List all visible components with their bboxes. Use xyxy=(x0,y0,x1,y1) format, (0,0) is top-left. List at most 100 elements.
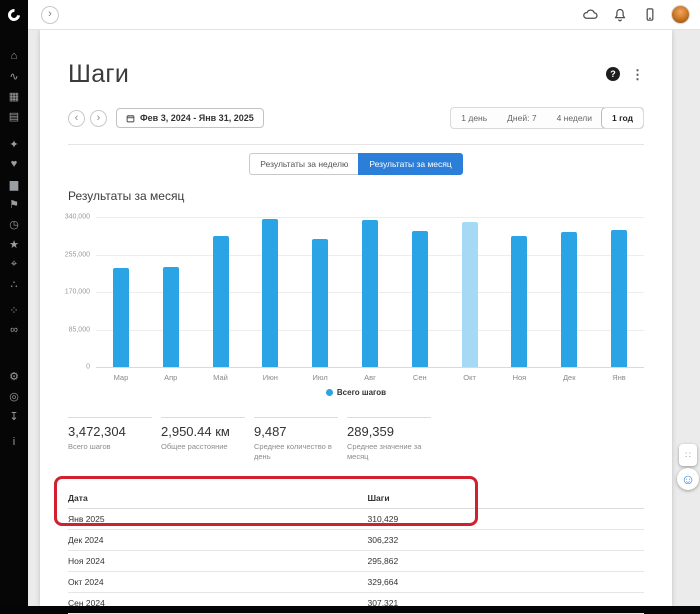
feedback-smiley-button[interactable]: ☺ xyxy=(677,468,699,490)
bar-slot xyxy=(594,217,644,367)
settings-icon[interactable]: ⚙ xyxy=(0,366,28,386)
cloud-sync-icon[interactable] xyxy=(581,7,598,22)
connections-icon[interactable]: ∞ xyxy=(0,320,28,340)
groups-icon[interactable]: ⁘ xyxy=(0,300,28,320)
main-area: Шаги ? ⋮ ‹ › Фев 3, 2024 - Янв 31, 2025 … xyxy=(28,30,700,614)
downloads-icon[interactable]: ↧ xyxy=(0,406,28,426)
x-axis-label: Окт xyxy=(463,373,476,382)
chart-legend: Всего шагов xyxy=(68,388,644,397)
training-icon[interactable]: ✦ xyxy=(0,134,28,154)
info-icon[interactable]: i xyxy=(0,432,28,452)
grip-icon: ∷ xyxy=(685,449,691,460)
watch-icon[interactable]: ◷ xyxy=(0,214,28,234)
table-row[interactable]: Дек 2024 306,232 xyxy=(68,530,644,552)
chart-bar[interactable] xyxy=(511,236,528,367)
prev-period-button[interactable]: ‹ xyxy=(68,109,85,127)
side-panel-handle[interactable]: ∷ xyxy=(679,444,697,466)
kebab-menu-icon[interactable]: ⋮ xyxy=(631,68,644,81)
user-avatar[interactable] xyxy=(671,5,690,24)
courses-icon[interactable]: ⌖ xyxy=(0,254,28,274)
smiley-icon: ☺ xyxy=(680,471,696,487)
page-title: Шаги xyxy=(68,59,130,88)
stats-row: 3,472,304 Всего шагов 2,950.44 км Общее рас… xyxy=(68,417,644,462)
page-header: Шаги ? ⋮ xyxy=(68,30,644,90)
chart-bar[interactable] xyxy=(411,231,428,367)
notifications-bell-icon[interactable] xyxy=(611,7,628,22)
training-plans-icon[interactable]: ⚑ xyxy=(0,194,28,214)
x-axis-label: Июл xyxy=(312,373,328,382)
sidebar: ⌂ ∿ ▦ ▤ ✦ ♥ ▆ ⚑ ◷ ★ ⌖ ∴ ⁘ ∞ ⚙ ◎ ↧ i xyxy=(0,0,28,606)
table-row[interactable]: Сен 2024 307,321 xyxy=(68,593,644,614)
chart-bar[interactable] xyxy=(112,268,129,367)
range-option[interactable]: 1 год xyxy=(601,108,644,128)
x-axis-label: Июн xyxy=(262,373,278,382)
x-axis-label: Мар xyxy=(113,373,129,382)
x-axis-label: Авг xyxy=(364,373,376,382)
device-icon[interactable] xyxy=(641,7,658,22)
stat-label: Общее расстояние xyxy=(161,442,228,451)
health-stats-icon[interactable]: ♥ xyxy=(0,154,28,174)
table-header-steps: Шаги xyxy=(367,493,390,504)
badges-icon[interactable]: ◎ xyxy=(0,386,28,406)
stat: 9,487 Среднее количество в день xyxy=(254,417,338,462)
x-axis-label: Сен xyxy=(412,373,427,382)
stat: 3,472,304 Всего шагов xyxy=(68,417,152,462)
cell-steps: 329,664 xyxy=(367,577,399,588)
calendar-icon[interactable]: ▦ xyxy=(0,86,28,106)
x-axis-label: Май xyxy=(213,373,228,382)
stat-value: 289,359 xyxy=(347,424,394,439)
table-row[interactable]: Янв 2025 310,429 xyxy=(68,509,644,531)
cell-steps: 307,321 xyxy=(367,598,399,609)
steps-table: Дата Шаги Янв 2025 310,429 Дек 2024 306,232… xyxy=(68,488,644,614)
date-range-label: Фев 3, 2024 - Янв 31, 2025 xyxy=(140,113,254,123)
stat-label: Всего шагов xyxy=(68,442,111,451)
range-option[interactable]: 4 недели xyxy=(547,108,602,128)
sidebar-expand-button[interactable]: › xyxy=(41,5,59,24)
range-option[interactable]: 1 день xyxy=(451,108,497,128)
y-axis-tick: 170,000 xyxy=(64,288,90,296)
gridline xyxy=(96,367,644,368)
chart-bar[interactable] xyxy=(162,267,179,367)
steps-table-body: Янв 2025 310,429 Дек 2024 306,232 Ноя 2024 29… xyxy=(68,509,644,614)
insights-icon[interactable]: ∴ xyxy=(0,274,28,294)
chart-bar[interactable] xyxy=(212,235,229,367)
tab[interactable]: Результаты за неделю xyxy=(249,153,359,175)
stat-value: 3,472,304 xyxy=(68,424,126,439)
chart-bar[interactable] xyxy=(361,220,378,367)
range-option[interactable]: Дней: 7 xyxy=(497,108,546,128)
question-icon: ? xyxy=(610,69,616,79)
next-period-button[interactable]: › xyxy=(90,109,107,127)
performance-icon[interactable]: ▆ xyxy=(0,174,28,194)
table-row[interactable]: Окт 2024 329,664 xyxy=(68,572,644,594)
chart-bar[interactable] xyxy=(312,238,329,367)
x-axis-label: Апр xyxy=(164,373,178,382)
chart-bar[interactable] xyxy=(611,230,628,367)
divider xyxy=(68,144,644,145)
stat: 2,950.44 км Общее расстояние xyxy=(161,417,245,462)
activities-icon[interactable]: ∿ xyxy=(0,66,28,86)
chart-bar[interactable] xyxy=(262,218,279,367)
chart-bar[interactable] xyxy=(561,231,578,367)
stat-label: Среднее количество в день xyxy=(254,442,332,462)
garmin-logo[interactable] xyxy=(0,0,28,30)
legend-label: Всего шагов xyxy=(336,388,387,397)
challenges-icon[interactable]: ★ xyxy=(0,234,28,254)
result-tabs: Результаты за неделю Результаты за месяц xyxy=(68,153,644,175)
tab[interactable]: Результаты за месяц xyxy=(358,153,463,175)
date-range-picker[interactable]: Фев 3, 2024 - Янв 31, 2025 xyxy=(116,108,264,128)
cell-date: Ноя 2024 xyxy=(68,556,105,567)
help-button[interactable]: ? xyxy=(606,67,620,81)
steps-bar-chart: 0 85,000 170,000 255,000 340,000 Мар Апр Май Ию… xyxy=(54,211,648,383)
bar-slot xyxy=(395,217,445,367)
chart-bar[interactable] xyxy=(461,221,478,367)
y-axis-tick: 85,000 xyxy=(68,326,90,333)
bar-slot xyxy=(196,217,246,367)
stat: 289,359 Среднее значение за месяц xyxy=(347,417,431,462)
header-actions: ? ⋮ xyxy=(606,67,644,81)
home-icon[interactable]: ⌂ xyxy=(0,46,28,66)
cell-steps: 295,862 xyxy=(367,556,399,567)
table-row[interactable]: Ноя 2024 295,862 xyxy=(68,551,644,573)
section-title: Результаты за месяц xyxy=(68,189,185,203)
reports-icon[interactable]: ▤ xyxy=(0,106,28,126)
topbar-actions xyxy=(581,5,690,24)
